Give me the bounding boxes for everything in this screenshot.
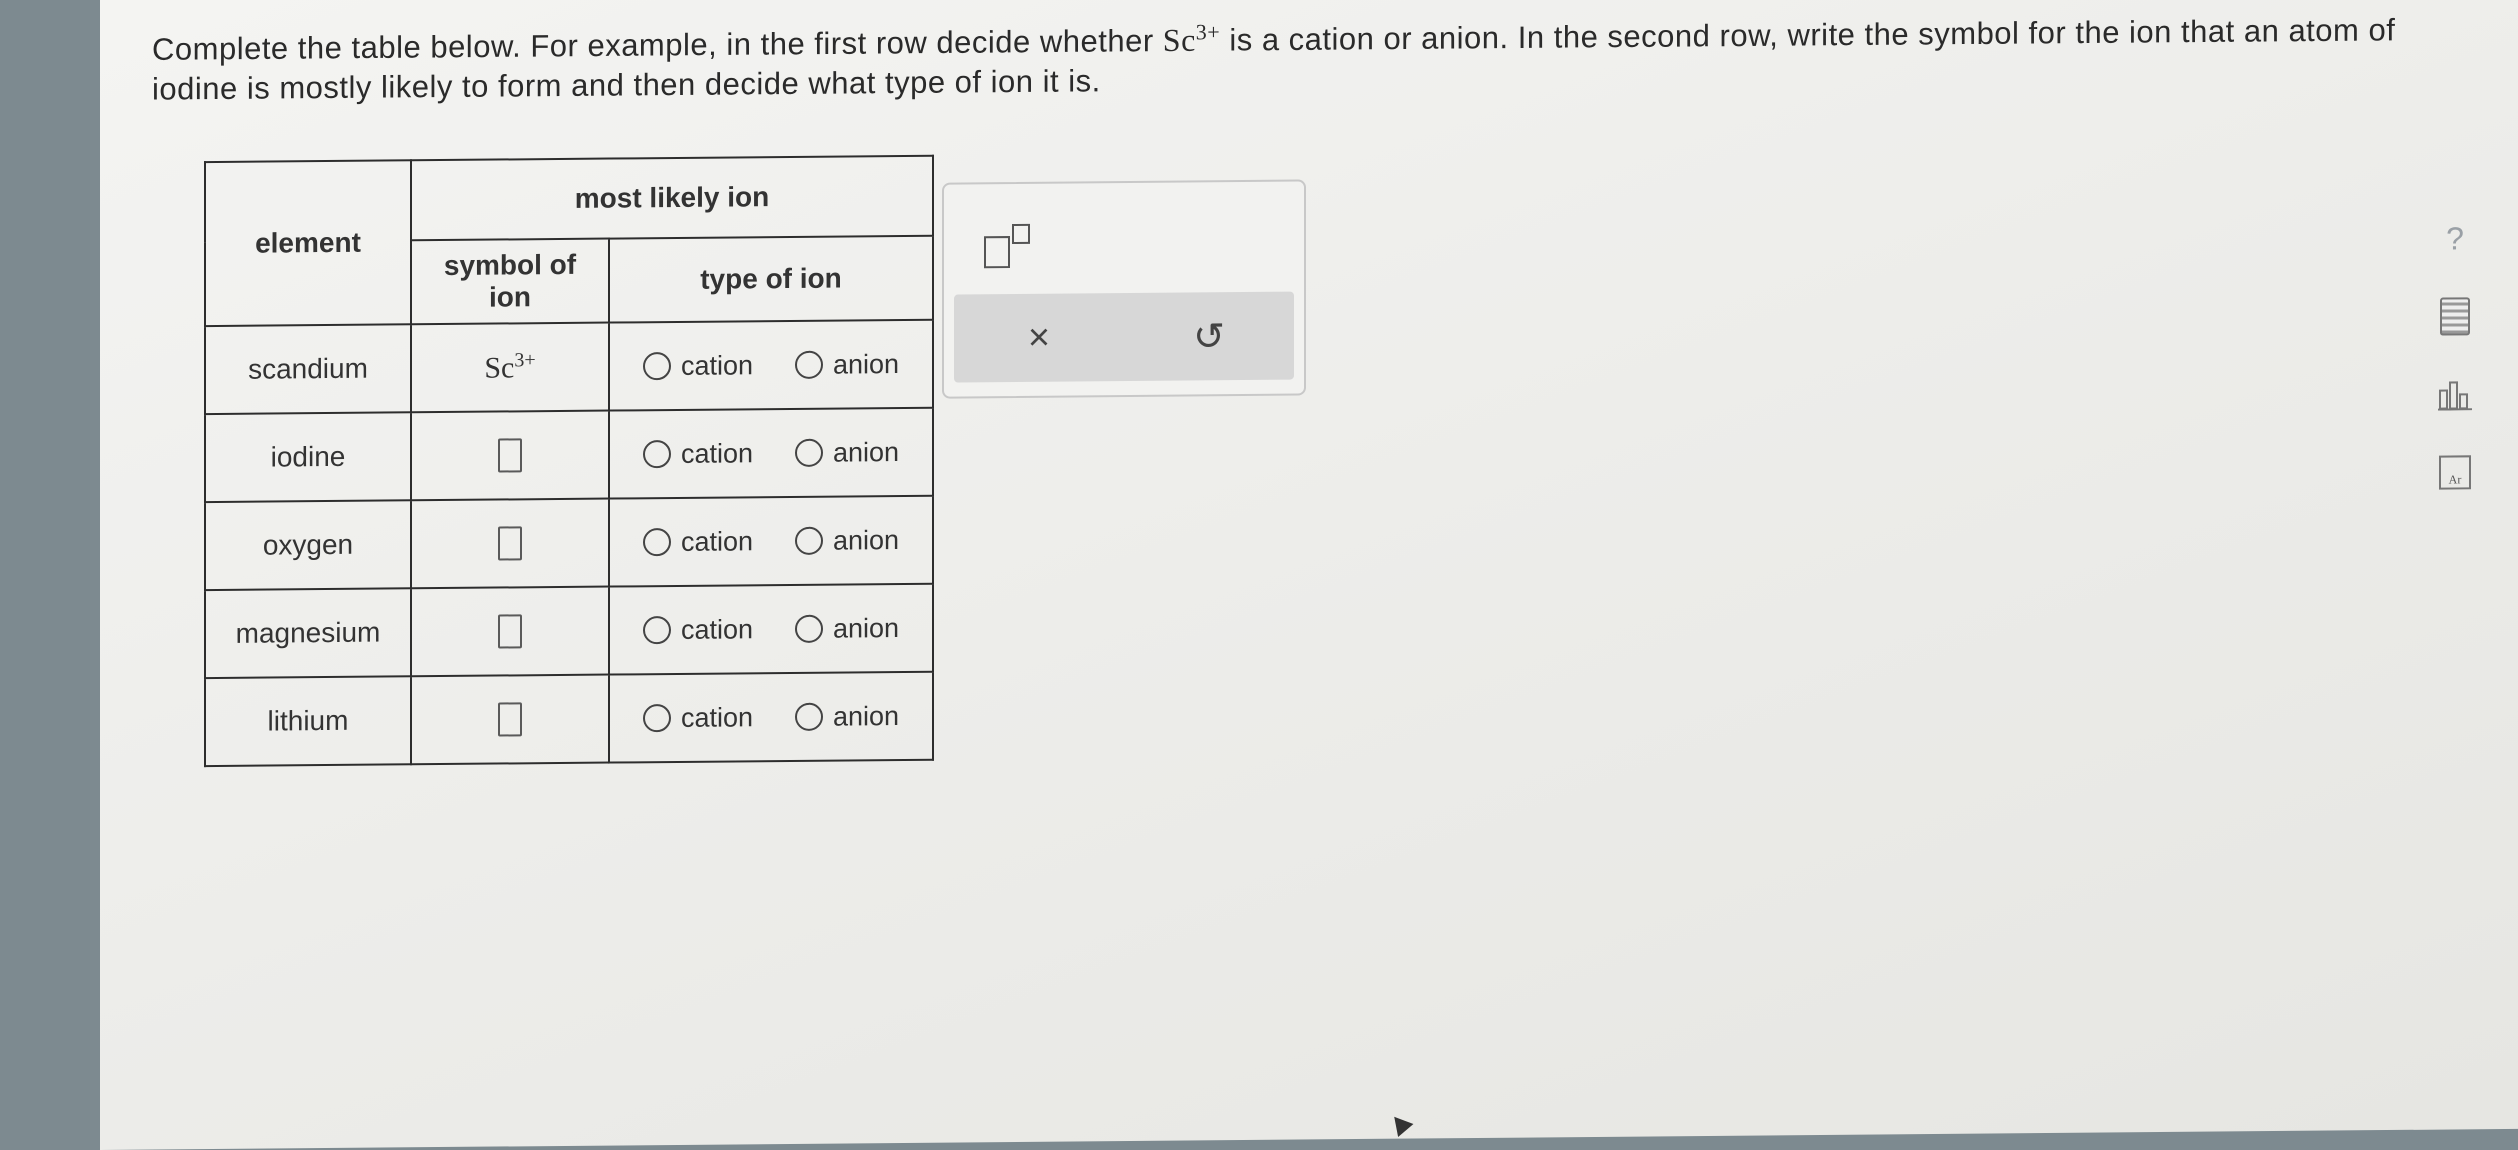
calculator-icon[interactable] (2436, 297, 2474, 336)
bar-chart-glyph (2438, 381, 2472, 411)
ion-symbol-input[interactable] (498, 702, 522, 737)
table-row: oxygen cation anion (205, 495, 933, 591)
clear-button[interactable]: × (1009, 316, 1069, 360)
cation-label: cation (680, 437, 754, 469)
screen: Complete the table below. For example, i… (100, 0, 2518, 1150)
radio-circle-icon[interactable] (794, 526, 823, 555)
anion-radio[interactable]: anion (794, 612, 900, 645)
cation-label: cation (680, 613, 754, 645)
anion-label: anion (832, 524, 900, 556)
cation-label: cation (680, 701, 754, 733)
anion-radio[interactable]: anion (794, 700, 900, 733)
anion-radio[interactable]: anion (794, 348, 900, 381)
anion-label: anion (832, 436, 900, 468)
header-symbol-line1: symbol of (443, 248, 577, 281)
element-name: lithium (205, 676, 411, 767)
radio-circle-icon[interactable] (642, 352, 671, 381)
radio-circle-icon[interactable] (794, 702, 823, 731)
ion-type-radio-group: cation anion (622, 524, 920, 558)
tool-button-bar: × ↺ (954, 291, 1294, 383)
anion-radio[interactable]: anion (794, 436, 900, 469)
cation-radio[interactable]: cation (642, 525, 754, 558)
undo-button[interactable]: ↺ (1179, 314, 1239, 360)
superscript-exponent-box (1012, 223, 1030, 245)
superscript-template-icon[interactable] (984, 223, 1034, 269)
radio-circle-icon[interactable] (794, 350, 823, 379)
mouse-cursor-icon (1386, 1110, 1414, 1137)
ion-symbol-input-cell (411, 410, 609, 501)
ion-symbol-input[interactable] (498, 614, 522, 649)
ion-table: element most likely ion symbol of ion ty… (204, 155, 934, 767)
ion-type-radio-group: cation anion (622, 436, 920, 470)
superscript-base-box (984, 236, 1010, 269)
cation-radio[interactable]: cation (642, 701, 754, 734)
element-name: scandium (205, 324, 411, 415)
calculator-glyph (2440, 297, 2470, 336)
type-of-ion-cell: cation anion (609, 319, 933, 411)
question-instructions: Complete the table below. For example, i… (152, 1, 2452, 109)
periodic-table-glyph: Ar (2439, 455, 2471, 490)
ion-symbol-input-cell (411, 498, 609, 589)
radio-circle-icon[interactable] (794, 614, 823, 643)
header-most-likely-ion: most likely ion (411, 155, 933, 241)
type-of-ion-cell: cation anion (609, 495, 933, 587)
ion-type-radio-group: cation anion (622, 348, 920, 382)
anion-label: anion (832, 612, 900, 644)
header-symbol-of-ion: symbol of ion (411, 238, 609, 325)
radio-circle-icon[interactable] (642, 704, 671, 733)
type-of-ion-cell: cation anion (609, 583, 933, 675)
periodic-table-icon[interactable]: Ar (2436, 453, 2474, 491)
table-row: lithium cation anion (205, 671, 933, 767)
instructions-charge: 3+ (1195, 19, 1221, 45)
cation-radio[interactable]: cation (642, 613, 754, 646)
cation-radio[interactable]: cation (642, 437, 754, 470)
anion-label: anion (832, 348, 900, 380)
radio-circle-icon[interactable] (794, 438, 823, 467)
radio-circle-icon[interactable] (642, 440, 671, 469)
element-name: oxygen (205, 500, 411, 591)
math-tool-panel: × ↺ (942, 179, 1306, 399)
cation-label: cation (680, 525, 754, 557)
side-toolbar: ? Ar (2430, 219, 2480, 491)
ion-symbol-input-cell (411, 586, 609, 677)
cation-radio[interactable]: cation (642, 349, 754, 382)
header-symbol-line2: ion (489, 281, 531, 313)
ion-type-radio-group: cation anion (622, 612, 920, 646)
header-element: element (205, 160, 411, 327)
ion-symbol-input-cell (411, 674, 609, 765)
ion-symbol-input[interactable] (498, 526, 522, 561)
ion-symbol-input[interactable] (498, 438, 522, 473)
anion-label: anion (832, 700, 900, 732)
table-row: magnesium cation anion (205, 583, 933, 679)
radio-circle-icon[interactable] (642, 616, 671, 645)
table-row: scandium Sc3+ cation anion (205, 319, 933, 415)
anion-radio[interactable]: anion (794, 524, 900, 557)
header-type-of-ion: type of ion (609, 235, 933, 323)
instructions-text-1: Complete the table below. For example, i… (152, 23, 1163, 67)
type-of-ion-cell: cation anion (609, 671, 933, 763)
ion-symbol-text: Sc (484, 351, 515, 385)
instructions-symbol: Sc (1162, 21, 1196, 59)
type-of-ion-cell: cation anion (609, 407, 933, 499)
radio-circle-icon[interactable] (642, 528, 671, 557)
bar-chart-icon[interactable] (2436, 375, 2474, 413)
element-name: magnesium (205, 588, 411, 679)
cation-label: cation (680, 349, 754, 381)
ion-symbol: Sc3+ (411, 322, 609, 413)
help-icon[interactable]: ? (2436, 219, 2474, 257)
ion-type-radio-group: cation anion (622, 700, 920, 734)
ion-charge-text: 3+ (514, 349, 536, 372)
element-name: iodine (205, 412, 411, 503)
table-row: iodine cation anion (205, 407, 933, 503)
